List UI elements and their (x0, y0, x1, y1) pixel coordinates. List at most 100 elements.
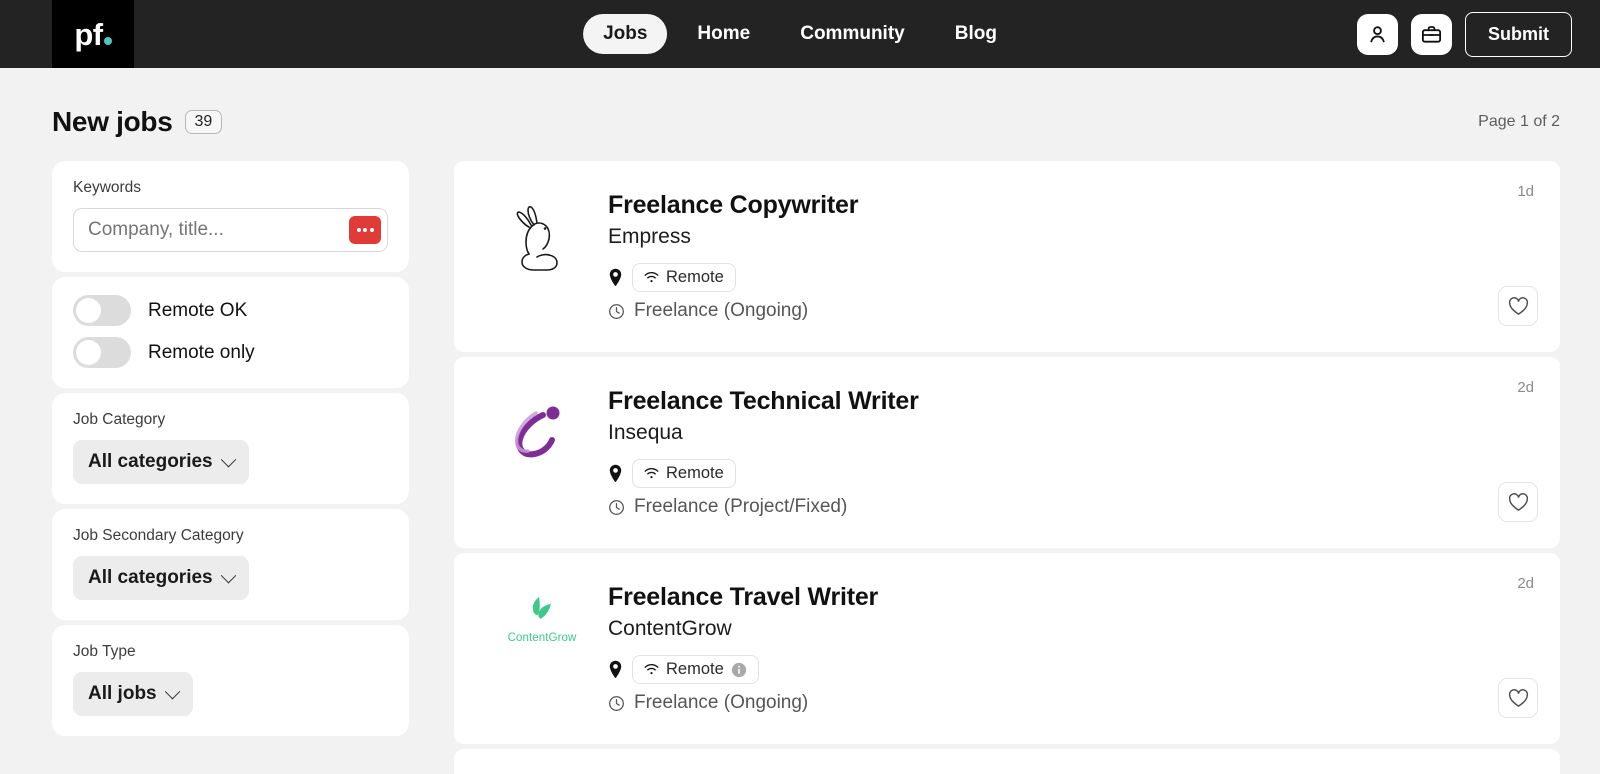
job-card[interactable]: Freelance Copywriter Empress Remote Free… (454, 161, 1560, 352)
location-label: Remote (666, 268, 724, 286)
chevron-down-icon (220, 451, 236, 467)
submit-button[interactable]: Submit (1465, 11, 1572, 57)
job-type-select[interactable]: All jobs (73, 672, 193, 716)
contentgrow-logo: ContentGrow (508, 595, 577, 645)
remote-toggles-panel: Remote OK Remote only (52, 277, 409, 388)
page-header: New jobs 39 Page 1 of 2 (0, 68, 1600, 138)
clock-icon (609, 499, 624, 515)
nav-link-community[interactable]: Community (780, 14, 925, 54)
company-logo: ContentGrow (482, 573, 602, 722)
chevron-down-icon (164, 683, 180, 699)
keywords-panel: Keywords (52, 161, 409, 272)
jobs-count-badge: 39 (184, 110, 223, 134)
job-type-panel: Job Type All jobs (52, 625, 409, 736)
toggle-row-remote-only: Remote only (73, 337, 388, 368)
briefcase-icon[interactable] (1411, 13, 1452, 55)
job-info: Freelance Technical Writer Insequa Remot… (602, 377, 1532, 526)
job-type-label: Freelance (Project/Fixed) (634, 496, 848, 517)
clock-icon (609, 303, 624, 319)
posted-time: 2d (1517, 575, 1534, 592)
nav-link-home[interactable]: Home (677, 14, 770, 54)
job-title[interactable]: Freelance Travel Writer (608, 583, 1532, 612)
job-title[interactable]: Freelance Copywriter (608, 191, 1532, 220)
job-info: Freelance Copywriter Empress Remote Free… (602, 181, 1532, 330)
job-company: ContentGrow (608, 617, 732, 640)
job-type-label: Freelance (Ongoing) (634, 300, 809, 321)
job-location-row: Remote (608, 655, 1532, 684)
job-type-row: Freelance (Project/Fixed) (608, 496, 1532, 518)
save-job-button[interactable] (1498, 482, 1538, 522)
logo-dot-icon (103, 36, 112, 45)
job-type-row: Freelance (Ongoing) (608, 300, 1532, 322)
job-secondary-category-panel: Job Secondary Category All categories (52, 509, 409, 620)
site-logo[interactable]: pf (52, 0, 134, 68)
job-secondary-category-value: All categories (88, 567, 213, 588)
posted-time: 2d (1517, 379, 1534, 396)
job-category-select[interactable]: All categories (73, 440, 249, 484)
map-pin-icon (609, 268, 622, 286)
job-title[interactable]: Freelance Technical Writer (608, 387, 1532, 416)
job-secondary-category-select[interactable]: All categories (73, 556, 249, 600)
job-secondary-category-label: Job Secondary Category (73, 527, 244, 544)
job-location-row: Remote (608, 263, 1532, 292)
location-chip: Remote (632, 263, 736, 292)
map-pin-icon (609, 660, 622, 678)
job-list: Freelance Copywriter Empress Remote Free… (454, 161, 1560, 774)
company-logo (482, 377, 602, 526)
toggle-remote-ok[interactable] (73, 295, 131, 326)
toggle-remote-ok-label: Remote OK (148, 299, 248, 321)
keywords-label: Keywords (73, 179, 142, 196)
nav-actions: Submit (1357, 11, 1572, 57)
keywords-options-button[interactable] (349, 216, 381, 244)
clock-icon (609, 695, 624, 711)
nav-links: Jobs Home Community Blog (583, 14, 1017, 54)
keywords-field[interactable] (73, 208, 388, 252)
heart-icon (1508, 296, 1528, 315)
job-card[interactable]: ContentGrow Freelance Travel Writer Cont… (454, 553, 1560, 744)
job-type-value: All jobs (88, 683, 157, 704)
map-pin-icon (609, 464, 622, 482)
nav-link-blog[interactable]: Blog (935, 14, 1017, 54)
job-category-panel: Job Category All categories (52, 393, 409, 504)
leaf-icon (532, 597, 551, 619)
save-job-button[interactable] (1498, 678, 1538, 718)
page-title: New jobs (52, 106, 173, 137)
toggle-remote-only[interactable] (73, 337, 131, 368)
chevron-down-icon (220, 567, 236, 583)
info-icon[interactable] (731, 662, 747, 678)
wifi-icon (644, 272, 659, 283)
logo-text: pf (74, 19, 112, 50)
top-navbar: pf Jobs Home Community Blog Submit (0, 0, 1600, 68)
toggle-remote-only-label: Remote only (148, 341, 255, 363)
job-card[interactable] (454, 749, 1560, 774)
location-chip: Remote (632, 459, 736, 488)
job-card[interactable]: Freelance Technical Writer Insequa Remot… (454, 357, 1560, 548)
job-category-label: Job Category (73, 411, 166, 428)
location-chip: Remote (632, 655, 759, 684)
job-company: Empress (608, 225, 691, 248)
contentgrow-logo-text: ContentGrow (507, 632, 577, 644)
heart-icon (1508, 492, 1528, 511)
page-title-group: New jobs 39 (52, 106, 223, 138)
save-job-button[interactable] (1498, 286, 1538, 326)
job-type-label: Job Type (73, 643, 136, 660)
company-logo (482, 181, 602, 330)
toggle-row-remote-ok: Remote OK (73, 295, 388, 326)
wifi-icon (644, 664, 659, 675)
nav-link-jobs[interactable]: Jobs (583, 14, 668, 54)
location-label: Remote (666, 660, 724, 678)
job-location-row: Remote (608, 459, 1532, 488)
rabbit-icon (516, 205, 558, 271)
search-input[interactable] (88, 219, 349, 241)
location-label: Remote (666, 464, 724, 482)
filters-sidebar: Keywords Remote OK Remote only Job Categ… (52, 161, 409, 741)
page-indicator: Page 1 of 2 (1478, 113, 1560, 130)
user-icon[interactable] (1357, 13, 1398, 55)
wifi-icon (644, 468, 659, 479)
job-type-label: Freelance (Ongoing) (634, 692, 809, 713)
job-type-row: Freelance (Ongoing) (608, 692, 1532, 714)
job-category-value: All categories (88, 451, 213, 472)
job-company: Insequa (608, 421, 683, 444)
heart-icon (1508, 688, 1528, 707)
posted-time: 1d (1517, 183, 1534, 200)
